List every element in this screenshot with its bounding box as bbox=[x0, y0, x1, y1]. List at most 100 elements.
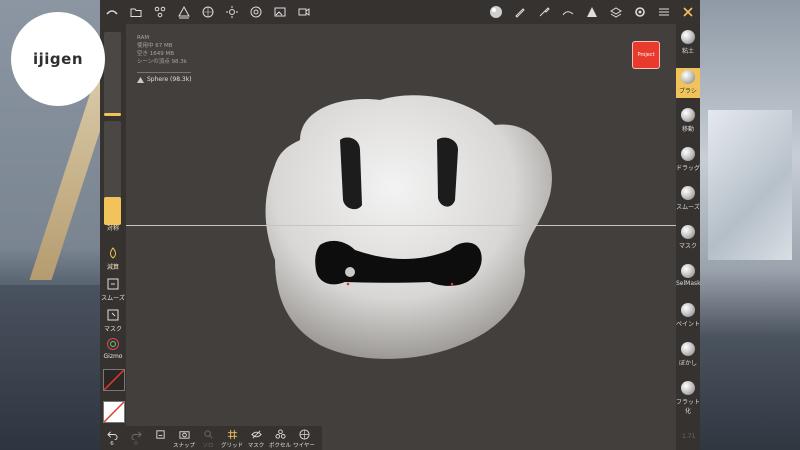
decimate-label: 減算 bbox=[106, 264, 119, 271]
snapshot-icon bbox=[178, 431, 190, 439]
wireframe-label: ワイヤー bbox=[293, 443, 315, 449]
brush-preview-icon bbox=[681, 225, 695, 239]
tool-label: ぼかし bbox=[678, 360, 697, 367]
mask-button[interactable]: マスク bbox=[100, 308, 126, 333]
light-icon[interactable] bbox=[220, 0, 244, 24]
tool-4[interactable]: スムーズ bbox=[676, 186, 700, 211]
save-icon bbox=[155, 430, 165, 439]
save-button[interactable] bbox=[148, 426, 172, 441]
tool-label: 移動 bbox=[681, 126, 694, 133]
mesh-icon[interactable] bbox=[172, 0, 196, 24]
memory-info: RAM 使用中 67 MB 空き 1649 MB シーンの頂点 98.3k bbox=[137, 34, 187, 66]
eye-off-icon bbox=[250, 430, 262, 439]
brush-preview-icon bbox=[681, 303, 695, 317]
undo-count: 6 bbox=[110, 441, 114, 447]
brush-preview-icon bbox=[681, 186, 695, 200]
tool-label: ドラッグ bbox=[676, 165, 701, 172]
brush-preview-icon bbox=[681, 342, 695, 356]
primary-color-swatch[interactable] bbox=[103, 369, 125, 391]
undo-icon bbox=[106, 431, 117, 440]
secondary-color-swatch[interactable] bbox=[103, 401, 125, 423]
tool-label: フラット化 bbox=[676, 399, 701, 415]
image-icon[interactable] bbox=[268, 0, 292, 24]
mask-visibility-button[interactable]: マスク bbox=[244, 426, 268, 449]
tool-6[interactable]: SelMask bbox=[676, 264, 701, 287]
brand-logo: ijigen bbox=[11, 12, 105, 106]
tool-label: マスク bbox=[678, 243, 697, 250]
bottom-toolbar: 6 0 スナップ ソロ グリッド マスク ボクセル ワイヤー bbox=[100, 426, 322, 450]
grid-button[interactable]: グリッド bbox=[220, 426, 244, 449]
snapshot-label: スナップ bbox=[172, 443, 195, 449]
mesh-name: Sphere (98.3k) bbox=[147, 76, 192, 83]
grid-label: グリッド bbox=[220, 443, 243, 449]
scene-icon[interactable] bbox=[148, 0, 172, 24]
brush-preview-icon bbox=[681, 381, 695, 395]
tool-8[interactable]: ぼかし bbox=[676, 342, 700, 367]
snapshot-button[interactable]: スナップ bbox=[172, 426, 196, 449]
solo-label: ソロ bbox=[202, 443, 214, 449]
gizmo-button[interactable]: Gizmo bbox=[100, 337, 126, 360]
radius-slider-fill bbox=[104, 112, 121, 116]
tool-label: ブラシ bbox=[679, 88, 697, 95]
matcap-icon[interactable] bbox=[484, 0, 508, 24]
mesh-list-item[interactable]: Sphere (98.3k) bbox=[137, 72, 192, 83]
symmetry-label: 対称 bbox=[106, 225, 119, 232]
solo-button[interactable]: ソロ bbox=[196, 426, 220, 449]
wireframe-button[interactable]: ワイヤー bbox=[292, 426, 316, 449]
grid-icon bbox=[227, 429, 237, 440]
brush-preview-icon bbox=[681, 264, 695, 278]
undo-button[interactable]: 6 bbox=[100, 426, 124, 447]
voxel-label: ボクセル bbox=[268, 443, 291, 449]
symmetry-button[interactable]: 対称 bbox=[100, 207, 126, 232]
decimate-button[interactable]: 減算 bbox=[100, 246, 126, 271]
brush-icon[interactable] bbox=[532, 0, 556, 24]
ram-free: 空き 1649 MB bbox=[137, 51, 175, 57]
tool-1[interactable]: ブラシ bbox=[676, 68, 700, 98]
redo-icon bbox=[131, 431, 142, 440]
radius-slider[interactable] bbox=[104, 32, 121, 116]
right-toolbar: 粘土ブラシ移動ドラッグスムーズマスク SelMask ペイントぼかしフラット化 bbox=[676, 24, 701, 450]
voxel-icon bbox=[274, 429, 286, 439]
settings-icon[interactable] bbox=[628, 0, 652, 24]
folder-icon[interactable] bbox=[124, 0, 148, 24]
menu-icon[interactable] bbox=[100, 0, 124, 24]
mask-visibility-label: マスク bbox=[247, 443, 265, 449]
smooth-label: スムーズ bbox=[101, 295, 125, 302]
tool-5[interactable]: マスク bbox=[676, 225, 700, 250]
tool-label: スムーズ bbox=[676, 204, 700, 211]
video-icon[interactable] bbox=[292, 0, 316, 24]
tool-7[interactable]: ペイント bbox=[676, 303, 700, 328]
symmetry-icon bbox=[108, 209, 118, 219]
stroke-icon[interactable] bbox=[556, 0, 580, 24]
brush-preview-icon bbox=[681, 70, 695, 84]
material-icon[interactable] bbox=[196, 0, 220, 24]
tool-label: SelMask bbox=[676, 280, 701, 287]
gizmo-icon bbox=[107, 338, 119, 350]
solo-icon bbox=[203, 430, 212, 439]
tool-label: ペイント bbox=[676, 321, 701, 328]
redo-button[interactable]: 0 bbox=[124, 426, 148, 447]
layers-icon[interactable] bbox=[604, 0, 628, 24]
wireframe-icon bbox=[298, 429, 310, 440]
project-button[interactable]: Project bbox=[632, 41, 660, 69]
camera-icon[interactable] bbox=[244, 0, 268, 24]
brush-cursor-icon bbox=[345, 267, 355, 277]
ram-used: 使用中 67 MB bbox=[137, 43, 173, 49]
mask-icon bbox=[107, 309, 119, 321]
sliders-icon[interactable] bbox=[652, 0, 676, 24]
smooth-button[interactable]: スムーズ bbox=[100, 277, 126, 302]
brush-preview-icon bbox=[681, 30, 695, 44]
tool-9[interactable]: フラット化 bbox=[676, 381, 700, 415]
ram-label: RAM bbox=[137, 35, 150, 41]
pen-icon[interactable] bbox=[508, 0, 532, 24]
triangle-icon[interactable] bbox=[580, 0, 604, 24]
brush-preview-icon bbox=[681, 108, 695, 122]
version-label: 1.71 bbox=[682, 433, 696, 440]
top-toolbar bbox=[100, 0, 700, 24]
tool-2[interactable]: 移動 bbox=[676, 108, 700, 133]
left-toolbar: 対称 減算 スムーズ マスク Gizmo bbox=[100, 24, 126, 450]
tools-icon[interactable] bbox=[676, 0, 700, 24]
tool-3[interactable]: ドラッグ bbox=[676, 147, 700, 172]
tool-0[interactable]: 粘土 bbox=[676, 30, 700, 55]
voxel-button[interactable]: ボクセル bbox=[268, 426, 292, 449]
